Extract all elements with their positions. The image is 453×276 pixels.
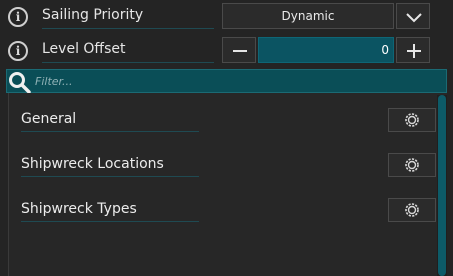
settings-button[interactable] bbox=[388, 108, 436, 132]
scrollbar-thumb[interactable] bbox=[438, 95, 446, 276]
dropdown-toggle-button[interactable] bbox=[396, 3, 430, 29]
sailing-priority-dropdown[interactable]: Dynamic bbox=[222, 3, 394, 29]
list-item-shipwreck-locations[interactable]: Shipwreck Locations bbox=[9, 142, 436, 182]
label-underline bbox=[42, 28, 214, 29]
gear-icon bbox=[405, 203, 419, 217]
section-list: General Shipwreck Locations Shipwreck Ty… bbox=[8, 93, 447, 276]
label-underline bbox=[21, 131, 199, 132]
sailing-priority-row: i Sailing Priority Dynamic bbox=[0, 0, 453, 34]
level-offset-field[interactable]: 0 bbox=[258, 37, 394, 63]
label-underline bbox=[21, 176, 199, 177]
level-offset-label: Level Offset bbox=[42, 41, 126, 57]
filter-input[interactable] bbox=[31, 70, 449, 92]
gear-icon bbox=[405, 158, 419, 172]
decrement-button[interactable] bbox=[222, 37, 256, 63]
gear-icon bbox=[405, 113, 419, 127]
section-label: Shipwreck Locations bbox=[21, 156, 164, 172]
section-label: Shipwreck Types bbox=[21, 201, 137, 217]
increment-button[interactable] bbox=[396, 37, 430, 63]
minus-icon bbox=[233, 50, 247, 52]
info-icon[interactable]: i bbox=[8, 41, 28, 61]
label-underline bbox=[42, 62, 214, 63]
section-label: General bbox=[21, 111, 77, 127]
scrollbar[interactable] bbox=[437, 95, 447, 276]
list-item-shipwreck-types[interactable]: Shipwreck Types bbox=[9, 187, 436, 227]
settings-button[interactable] bbox=[388, 198, 436, 222]
list-item-general[interactable]: General bbox=[9, 97, 436, 137]
label-underline bbox=[21, 221, 199, 222]
info-icon[interactable]: i bbox=[8, 7, 28, 27]
plus-icon bbox=[407, 44, 421, 58]
filter-bar bbox=[6, 69, 449, 94]
chevron-down-icon bbox=[406, 13, 422, 23]
settings-button[interactable] bbox=[388, 153, 436, 177]
sailing-priority-label: Sailing Priority bbox=[42, 7, 144, 23]
